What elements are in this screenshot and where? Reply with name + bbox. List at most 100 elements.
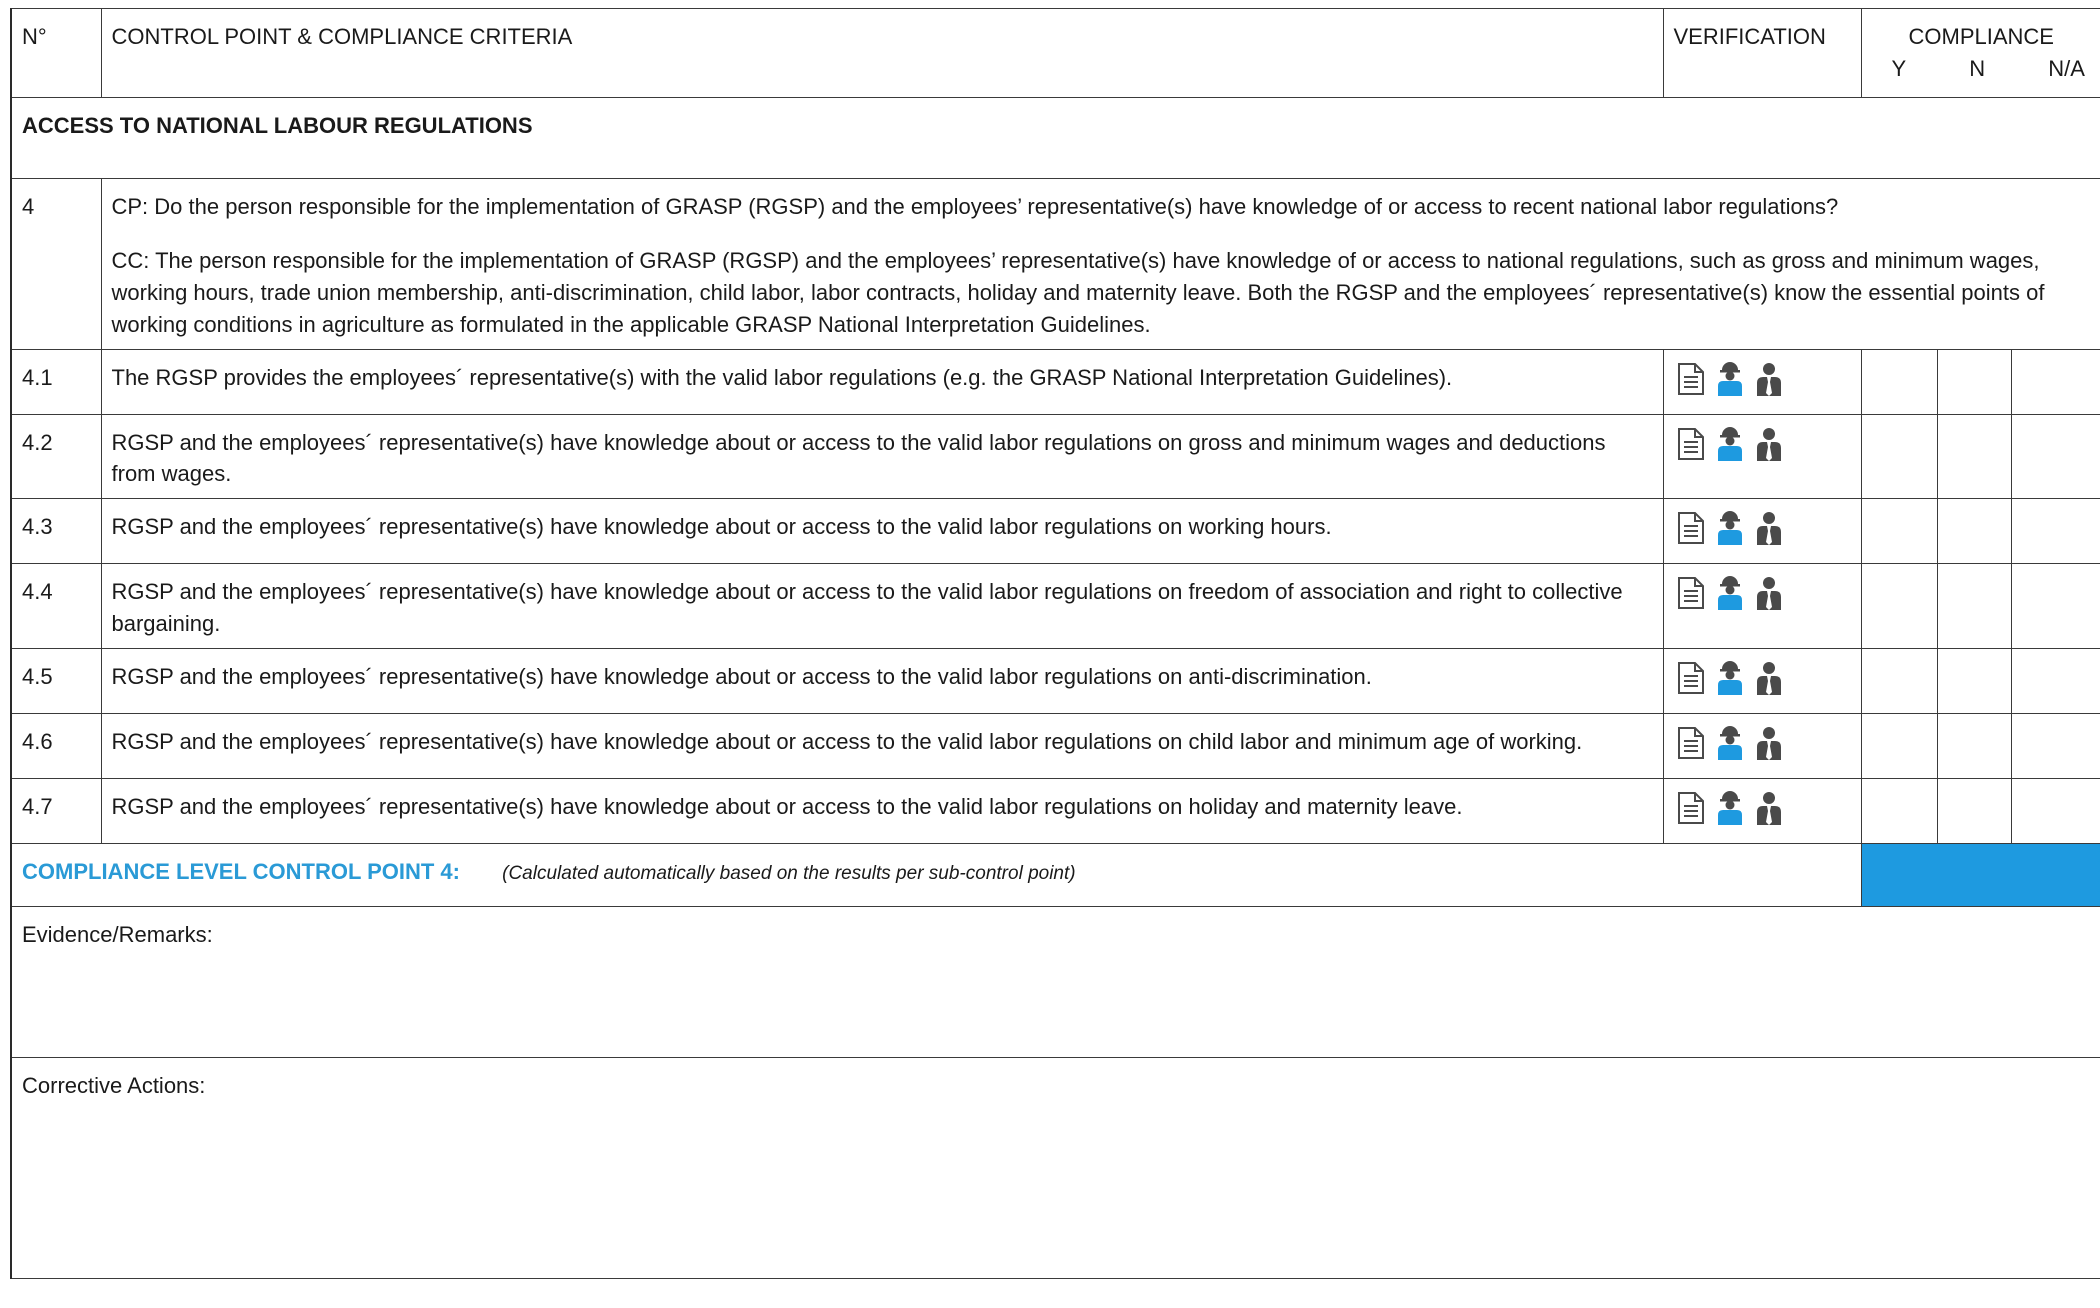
verification-icons [1662,413,1862,500]
sub-point-number: 4.5 [10,648,102,715]
worker-icon [1715,511,1745,546]
corrective-actions-label: Corrective Actions: [22,1073,206,1099]
sub-point-text: RGSP and the employees´ representative(s… [100,498,1664,565]
compliance-no-cell[interactable] [1936,713,2012,780]
worker-icon [1715,661,1745,696]
document-icon [1676,661,1706,695]
verification-icons [1662,563,1862,650]
sub-point-text: RGSP and the employees´ representative(s… [100,413,1664,500]
compliance-no-cell[interactable] [1936,413,2012,500]
sub-point-row: 4.4 RGSP and the employees´ representati… [10,563,2100,650]
section-row: ACCESS TO NATIONAL LABOUR REGULATIONS [10,97,2100,179]
sub-point-row: 4.7 RGSP and the employees´ representati… [10,778,2100,845]
sub-point-row: 4.2 RGSP and the employees´ representati… [10,413,2100,500]
worker-icon [1715,726,1745,761]
compliance-yes-cell[interactable] [1860,778,1938,845]
sub-point-row: 4.3 RGSP and the employees´ representati… [10,498,2100,565]
sub-point-number: 4.6 [10,713,102,780]
header-compliance: COMPLIANCE Y N N/A [1860,8,2100,98]
sub-point-row: 4.1 The RGSP provides the employees´ rep… [10,348,2100,415]
sub-point-number: 4.3 [10,498,102,565]
compliance-yes-label: Y [1891,55,1907,81]
sub-point-number: 4.7 [10,778,102,845]
worker-icon [1715,576,1745,611]
worker-icon [1715,426,1745,461]
compliance-options-header: Y N N/A [1872,53,2092,85]
compliance-yes-cell[interactable] [1860,713,1938,780]
remarks-row: Evidence/Remarks: [10,906,2100,1059]
checklist-table: N° CONTROL POINT & COMPLIANCE CRITERIA V… [10,8,2100,1280]
document-icon [1676,362,1706,396]
worker-icon [1715,791,1745,826]
compliance-no-cell[interactable] [1936,563,2012,650]
compliance-na-cell[interactable] [2010,713,2100,780]
header-number: N° [10,8,102,98]
control-point-question: CP: Do the person responsible for the im… [111,194,1839,219]
sub-point-text: RGSP and the employees´ representative(s… [100,563,1664,650]
sub-point-text: RGSP and the employees´ representative(s… [100,778,1664,845]
compliance-level-result [1860,843,2100,908]
sub-point-text: The RGSP provides the employees´ represe… [100,348,1664,415]
compliance-no-label: N [1969,55,1986,81]
control-point-number: 4 [10,178,102,350]
manager-icon [1754,511,1784,546]
verification-icons [1662,713,1862,780]
manager-icon [1754,726,1784,761]
manager-icon [1754,362,1784,396]
compliance-na-cell[interactable] [2010,778,2100,845]
verification-icons [1662,648,1862,715]
document-icon [1676,576,1706,610]
compliance-na-cell[interactable] [2010,563,2100,650]
compliance-level-note: (Calculated automatically based on the r… [502,863,1076,885]
compliance-yes-cell[interactable] [1860,648,1938,715]
compliance-checklist-sheet: N° CONTROL POINT & COMPLIANCE CRITERIA V… [10,8,2100,1308]
compliance-level-cell: COMPLIANCE LEVEL CONTROL POINT 4: (Calcu… [10,843,1862,908]
corrective-actions-field[interactable]: Corrective Actions: [10,1057,2100,1280]
compliance-no-cell[interactable] [1936,498,2012,565]
compliance-yes-cell[interactable] [1860,498,1938,565]
compliance-no-cell[interactable] [1936,648,2012,715]
sub-point-text: RGSP and the employees´ representative(s… [100,713,1664,780]
worker-icon [1715,361,1745,396]
header-compliance-label: COMPLIANCE [1908,24,2054,49]
document-icon [1676,427,1706,461]
sub-point-number: 4.4 [10,563,102,650]
compliance-na-cell[interactable] [2010,498,2100,565]
manager-icon [1754,791,1784,826]
compliance-na-cell[interactable] [2010,413,2100,500]
compliance-yes-cell[interactable] [1860,413,1938,500]
document-icon [1676,726,1706,760]
verification-icons [1662,778,1862,845]
sub-point-number: 4.2 [10,413,102,500]
compliance-yes-cell[interactable] [1860,563,1938,650]
compliance-na-cell[interactable] [2010,349,2100,415]
evidence-remarks-label: Evidence/Remarks: [22,922,213,948]
compliance-level-label: COMPLIANCE LEVEL CONTROL POINT 4: [22,859,460,885]
sub-point-row: 4.5 RGSP and the employees´ representati… [10,648,2100,715]
sub-point-row: 4.6 RGSP and the employees´ representati… [10,713,2100,780]
control-point-description: CP: Do the person responsible for the im… [100,178,2100,350]
sub-point-text: RGSP and the employees´ representative(s… [100,648,1664,715]
sub-point-number: 4.1 [10,348,102,415]
compliance-yes-cell[interactable] [1860,349,1938,415]
verification-icons [1662,348,1862,415]
control-point-row: 4 CP: Do the person responsible for the … [10,178,2100,350]
compliance-na-cell[interactable] [2010,648,2100,715]
document-icon [1676,791,1706,825]
compliance-no-cell[interactable] [1936,778,2012,845]
manager-icon [1754,661,1784,696]
header-verification: VERIFICATION [1662,8,1862,98]
compliance-na-label: N/A [2048,55,2085,81]
compliance-no-cell[interactable] [1936,349,2012,415]
compliance-criteria-text: CC: The person responsible for the imple… [111,247,2045,337]
compliance-level-row: COMPLIANCE LEVEL CONTROL POINT 4: (Calcu… [10,843,2100,908]
header-row: N° CONTROL POINT & COMPLIANCE CRITERIA V… [10,8,2100,98]
manager-icon [1754,427,1784,461]
evidence-remarks-field[interactable]: Evidence/Remarks: [10,906,2100,1059]
corrective-row: Corrective Actions: [10,1057,2100,1280]
manager-icon [1754,576,1784,611]
document-icon [1676,511,1706,545]
header-criteria: CONTROL POINT & COMPLIANCE CRITERIA [100,8,1664,98]
verification-icons [1662,498,1862,565]
section-title: ACCESS TO NATIONAL LABOUR REGULATIONS [10,97,2100,179]
